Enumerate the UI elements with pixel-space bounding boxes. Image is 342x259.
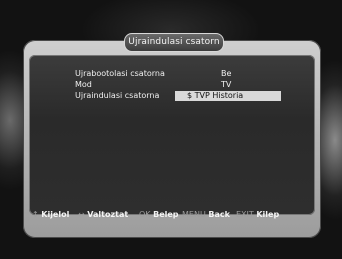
hint-back-label: Back [208,210,230,219]
menu-row-value: $ TVP Historia [187,91,244,100]
selected-value-highlight[interactable]: $ TVP Historia [175,91,281,101]
menu-row-label: Ujraindulasi csatorna [75,91,160,100]
hint-back: MENU Back [182,208,230,222]
menu-key-label: MENU [182,210,206,219]
exit-key-label: EXIT [236,210,254,219]
key-hint-bar: ↕ Kijelol ↔ Valtoztat OK Belep MENU Back… [26,208,318,222]
hint-enter: OK Belep [139,208,179,222]
hint-exit: EXIT Kilep [236,208,279,222]
hint-change: ↔ Valtoztat [78,208,128,222]
menu-row-label: Ujrabootolasi csatorna [75,69,165,78]
hint-exit-label: Kilep [256,210,280,219]
menu-row-reboot-channel[interactable]: Ujrabootolasi csatorna Be [75,69,285,79]
hint-select: ↕ Kijelol [32,208,69,222]
ok-key-label: OK [139,210,151,219]
menu-row-label: Mod [75,80,92,89]
menu-row-mode[interactable]: Mod TV [75,80,285,90]
menu-title: Ujraindulasi csatorn [124,33,224,52]
menu-row-value[interactable]: Be [221,69,231,79]
left-right-arrows-icon: ↔ [78,210,85,219]
hint-enter-label: Belep [153,210,179,219]
menu-row-value[interactable]: TV [221,80,231,90]
up-down-arrows-icon: ↕ [32,210,39,219]
hint-change-label: Valtoztat [87,210,129,219]
hint-select-label: Kijelol [41,210,70,219]
menu-row-startup-channel[interactable]: Ujraindulasi csatorna $ TVP Historia [75,91,285,101]
settings-list [29,55,315,215]
